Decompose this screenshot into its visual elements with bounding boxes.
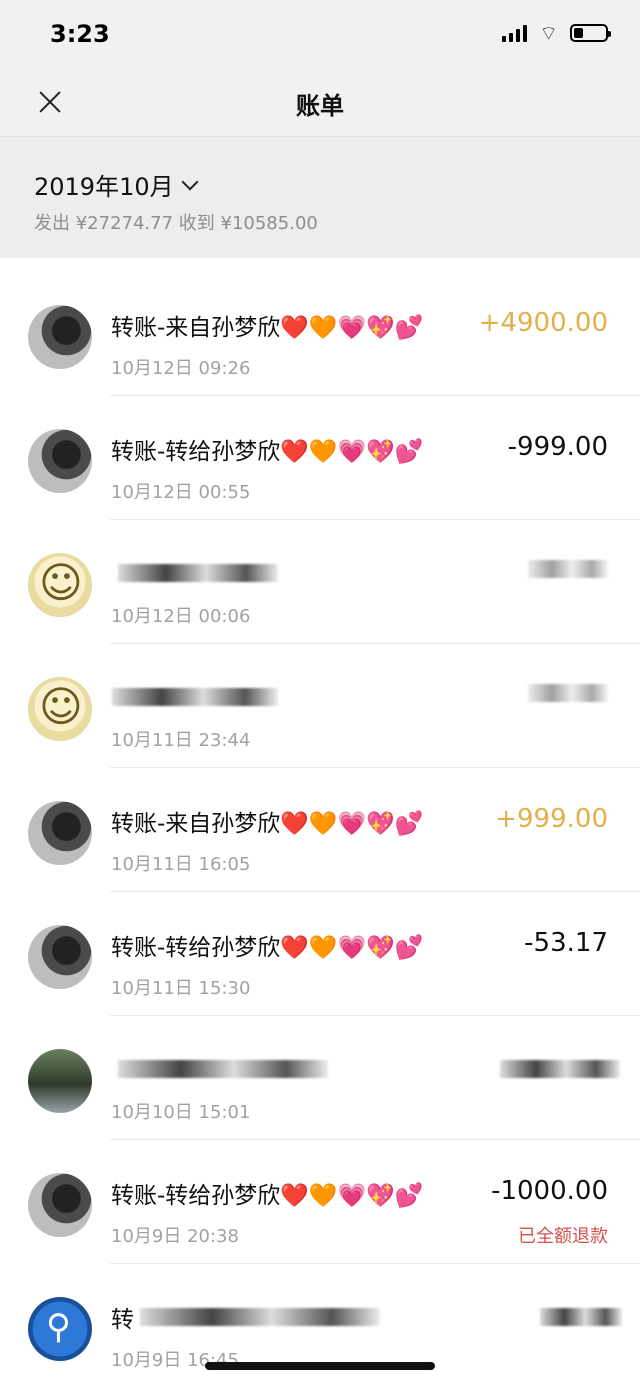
refund-note: 已全额退款 <box>518 1226 608 1247</box>
battery-icon <box>570 24 611 42</box>
redacted-title <box>118 564 278 582</box>
redacted-title <box>112 688 278 706</box>
transaction-row[interactable]: 转账-转给孙梦欣❤️🧡💗💖💕 10月11日 15:30 -53.17 <box>0 892 640 1016</box>
transaction-amount: -999.00 <box>507 432 608 462</box>
transaction-row[interactable]: 10月11日 23:44 <box>0 644 640 768</box>
avatar <box>28 1049 92 1113</box>
redacted-amount <box>528 560 608 578</box>
transaction-row[interactable]: 转账-转给孙梦欣❤️🧡💗💖💕 10月9日 20:38 -1000.00 已全额退… <box>0 1140 640 1264</box>
transaction-time: 10月12日 00:06 <box>111 606 251 627</box>
avatar <box>28 1297 92 1361</box>
redacted-amount <box>500 1060 620 1078</box>
transaction-title: 转 <box>111 1307 134 1333</box>
transaction-time: 10月11日 23:44 <box>111 730 251 751</box>
redacted-title <box>118 1060 328 1078</box>
monthly-totals: 发出 ¥27274.77 收到 ¥10585.00 <box>34 213 318 234</box>
transaction-title: 转账-转给孙梦欣❤️🧡💗💖💕 <box>111 439 424 465</box>
avatar <box>28 553 92 617</box>
transaction-amount: -53.17 <box>524 928 608 958</box>
chevron-down-icon <box>181 173 199 191</box>
signal-icon <box>502 24 528 42</box>
status-time: 3:23 <box>50 20 110 48</box>
transaction-row[interactable]: 10月12日 00:06 <box>0 520 640 644</box>
transaction-amount: -1000.00 <box>491 1176 608 1206</box>
month-summary: 2019年10月 发出 ¥27274.77 收到 ¥10585.00 <box>0 137 640 258</box>
transaction-row[interactable]: 转账-来自孙梦欣❤️🧡💗💖💕 10月12日 09:26 +4900.00 <box>0 272 640 396</box>
status-icons: ⌔ <box>502 21 611 45</box>
transaction-time: 10月12日 00:55 <box>111 482 251 503</box>
redacted-amount <box>540 1308 622 1326</box>
avatar <box>28 429 92 493</box>
transaction-title: 转账-来自孙梦欣❤️🧡💗💖💕 <box>111 811 424 837</box>
transaction-title: 转账-转给孙梦欣❤️🧡💗💖💕 <box>111 1183 424 1209</box>
redacted-title <box>140 1308 380 1326</box>
wifi-icon: ⌔ <box>539 21 558 45</box>
transaction-amount: +4900.00 <box>478 308 608 338</box>
nav-bar: 账单 <box>0 68 640 137</box>
transaction-title: 转账-转给孙梦欣❤️🧡💗💖💕 <box>111 935 424 961</box>
transaction-title: 转账-来自孙梦欣❤️🧡💗💖💕 <box>111 315 424 341</box>
avatar <box>28 305 92 369</box>
transaction-row[interactable]: 转账-来自孙梦欣❤️🧡💗💖💕 10月11日 16:05 +999.00 <box>0 768 640 892</box>
avatar <box>28 925 92 989</box>
transaction-time: 10月10日 15:01 <box>111 1102 251 1123</box>
redacted-amount <box>528 684 608 702</box>
transaction-amount: +999.00 <box>495 804 608 834</box>
transaction-time: 10月9日 20:38 <box>111 1226 239 1247</box>
transaction-row[interactable]: 转账-转给孙梦欣❤️🧡💗💖💕 10月12日 00:55 -999.00 <box>0 396 640 520</box>
transaction-time: 10月11日 15:30 <box>111 978 251 999</box>
status-bar: 3:23 ⌔ <box>0 0 640 68</box>
avatar <box>28 801 92 865</box>
transaction-list: 转账-来自孙梦欣❤️🧡💗💖💕 10月12日 09:26 +4900.00 转账-… <box>0 258 640 1383</box>
transaction-time: 10月12日 09:26 <box>111 358 251 379</box>
month-selector[interactable]: 2019年10月 <box>34 167 199 202</box>
page-title: 账单 <box>296 92 344 120</box>
avatar <box>28 677 92 741</box>
home-indicator <box>205 1362 435 1370</box>
month-label: 2019年10月 <box>34 173 174 201</box>
transaction-time: 10月11日 16:05 <box>111 854 251 875</box>
avatar <box>28 1173 92 1237</box>
transaction-row[interactable]: 10月10日 15:01 <box>0 1016 640 1140</box>
